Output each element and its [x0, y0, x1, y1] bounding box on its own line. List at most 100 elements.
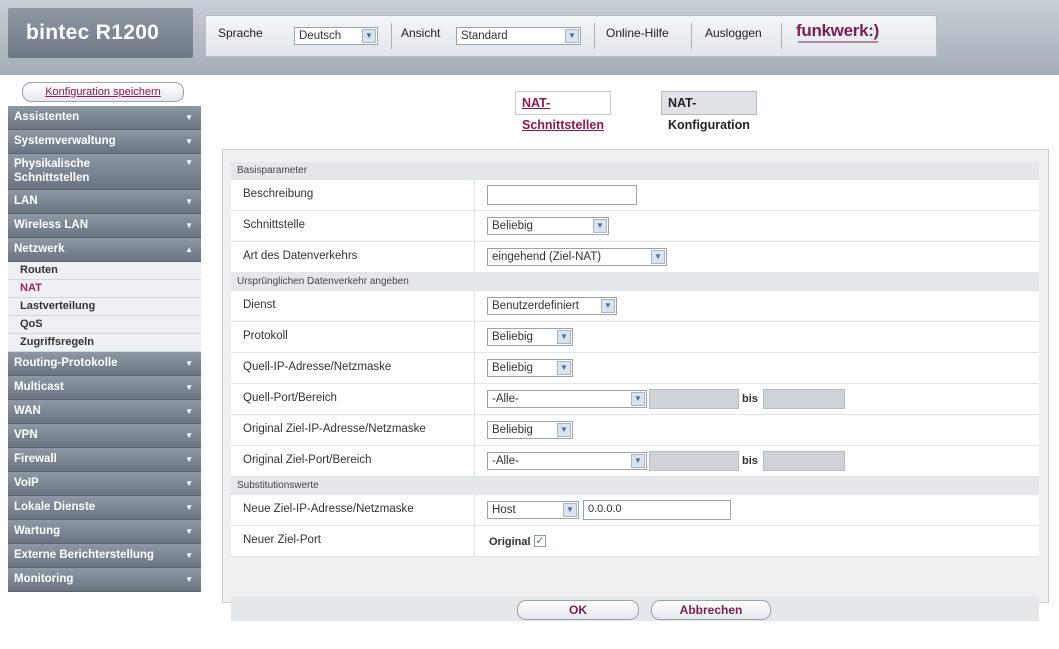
- toolbar-divider: [391, 23, 392, 49]
- sidebar-subitem-lastverteilung[interactable]: Lastverteilung: [8, 298, 201, 316]
- select-value: Beliebig: [492, 331, 533, 343]
- caret-down-icon: ▼: [185, 575, 193, 584]
- chevron-down-icon: ▼: [557, 423, 571, 437]
- schnittstelle-select[interactable]: Beliebig ▼: [487, 217, 609, 235]
- caret-down-icon: ▼: [185, 503, 193, 512]
- sidebar-subitem-nat[interactable]: NAT: [8, 280, 201, 298]
- field-label: Dienst: [243, 299, 276, 311]
- row-orig-ziel-ip: Original Ziel-IP-Adresse/Netzmaske Belie…: [231, 415, 1039, 446]
- field-label: Quell-Port/Bereich: [243, 392, 337, 404]
- sidebar-item-physikalische-schnittstellen[interactable]: Physikalische Schnittstellen ▼: [8, 154, 201, 190]
- caret-down-icon: ▼: [185, 431, 193, 440]
- select-value: Beliebig: [492, 220, 533, 232]
- quell-port-from-input[interactable]: [649, 389, 739, 409]
- cancel-button[interactable]: Abbrechen: [651, 600, 771, 620]
- field-label: Schnittstelle: [243, 219, 306, 231]
- orig-ziel-ip-select[interactable]: Beliebig ▼: [487, 421, 573, 439]
- row-beschreibung: Beschreibung: [231, 180, 1039, 211]
- tab-nat-schnittstellen[interactable]: NAT-Schnittstellen: [515, 91, 611, 132]
- help-link[interactable]: Online-Hilfe: [606, 26, 669, 40]
- sidebar-item-firewall[interactable]: Firewall ▼: [8, 448, 201, 472]
- sidebar-item-wartung[interactable]: Wartung ▼: [8, 520, 201, 544]
- language-select[interactable]: Deutsch ▼: [294, 27, 378, 45]
- caret-down-icon: ▼: [185, 137, 193, 146]
- sidebar-item-label: Physikalische Schnittstellen: [14, 158, 91, 184]
- row-dienst: Dienst Benutzerdefiniert ▼: [231, 291, 1039, 322]
- sidebar-item-lokale-dienste[interactable]: Lokale Dienste ▼: [8, 496, 201, 520]
- sidebar-item-assistenten[interactable]: Assistenten ▼: [8, 106, 201, 130]
- sidebar-item-label: Routing-Protokolle: [14, 357, 118, 369]
- chevron-down-icon: ▼: [631, 392, 645, 406]
- row-divider: [474, 384, 475, 414]
- chevron-down-icon: ▼: [362, 29, 376, 43]
- orig-ziel-port-from-input[interactable]: [649, 451, 739, 471]
- app-header: bintec R1200 Sprache Deutsch ▼ Ansicht S…: [0, 0, 1059, 75]
- bis-label: bis: [742, 455, 758, 467]
- caret-down-icon: ▼: [185, 158, 193, 167]
- sidebar-item-label: Multicast: [14, 381, 64, 393]
- sidebar-item-systemverwaltung[interactable]: Systemverwaltung ▼: [8, 130, 201, 154]
- chevron-down-icon: ▼: [563, 503, 577, 517]
- row-quell-ip: Quell-IP-Adresse/Netzmaske Beliebig ▼: [231, 353, 1039, 384]
- sidebar-item-externe-berichterstellung[interactable]: Externe Berichterstellung ▼: [8, 544, 201, 568]
- button-bar: OK Abbrechen: [231, 597, 1039, 621]
- caret-up-icon: ▲: [185, 245, 193, 254]
- sidebar-subitem-qos[interactable]: QoS: [8, 316, 201, 334]
- neue-ziel-ip-select[interactable]: Host ▼: [487, 501, 579, 519]
- sidebar-item-voip[interactable]: VoIP ▼: [8, 472, 201, 496]
- save-config-button[interactable]: Konfiguration speichern: [22, 82, 184, 102]
- chevron-down-icon: ▼: [601, 299, 615, 313]
- language-value: Deutsch: [299, 30, 342, 42]
- sidebar-item-lan[interactable]: LAN ▼: [8, 190, 201, 214]
- neue-ziel-ip-input[interactable]: 0.0.0.0: [583, 500, 731, 520]
- sidebar-item-multicast[interactable]: Multicast ▼: [8, 376, 201, 400]
- sidebar-item-label: WAN: [14, 405, 41, 417]
- sidebar-subitem-routen[interactable]: Routen: [8, 262, 201, 280]
- beschreibung-input[interactable]: [487, 185, 637, 205]
- logout-link[interactable]: Ausloggen: [705, 26, 762, 40]
- sidebar-subitem-zugriffsregeln[interactable]: Zugriffsregeln: [8, 334, 201, 352]
- orig-ziel-port-select[interactable]: -Alle- ▼: [487, 452, 647, 470]
- row-neue-ziel-ip: Neue Ziel-IP-Adresse/Netzmaske Host ▼ 0.…: [231, 495, 1039, 526]
- select-value: Benutzerdefiniert: [492, 300, 579, 312]
- quell-port-to-input[interactable]: [763, 389, 845, 409]
- brand-block: bintec R1200: [8, 8, 193, 58]
- sidebar-item-wan[interactable]: WAN ▼: [8, 400, 201, 424]
- funkwerk-logo: funkwerk:): [796, 21, 879, 40]
- sidebar-item-netzwerk[interactable]: Netzwerk ▲: [8, 238, 201, 262]
- view-select[interactable]: Standard ▼: [456, 27, 581, 45]
- original-checkbox[interactable]: ✓: [534, 535, 546, 547]
- original-checkbox-label: Original: [489, 536, 531, 548]
- orig-ziel-port-to-input[interactable]: [763, 451, 845, 471]
- row-divider: [474, 242, 475, 272]
- caret-down-icon: ▼: [185, 197, 193, 206]
- field-label: Neuer Ziel-Port: [243, 534, 321, 546]
- chevron-down-icon: ▼: [651, 250, 665, 264]
- select-value: -Alle-: [492, 455, 519, 467]
- sidebar-item-routing-protokolle[interactable]: Routing-Protokolle ▼: [8, 352, 201, 376]
- ok-button[interactable]: OK: [517, 600, 639, 620]
- row-protokoll: Protokoll Beliebig ▼: [231, 322, 1039, 353]
- sidebar-item-label: VoIP: [14, 477, 39, 489]
- tab-nat-konfiguration[interactable]: NAT-Konfiguration: [661, 91, 757, 132]
- nat-config-form: Basisparameter Beschreibung Schnittstell…: [222, 149, 1049, 621]
- bis-label: bis: [742, 393, 758, 405]
- caret-down-icon: ▼: [185, 383, 193, 392]
- quell-port-select[interactable]: -Alle- ▼: [487, 390, 647, 408]
- sidebar-item-label: Monitoring: [14, 573, 74, 585]
- sidebar-item-monitoring[interactable]: Monitoring ▼: [8, 568, 201, 592]
- sidebar-item-label: Externe Berichterstellung: [14, 549, 154, 561]
- quell-ip-select[interactable]: Beliebig ▼: [487, 359, 573, 377]
- sidebar-item-label: Systemverwaltung: [14, 135, 116, 147]
- field-label: Neue Ziel-IP-Adresse/Netzmaske: [243, 503, 414, 515]
- chevron-down-icon: ▼: [565, 29, 579, 43]
- sidebar-item-vpn[interactable]: VPN ▼: [8, 424, 201, 448]
- sidebar-item-wireless-lan[interactable]: Wireless LAN ▼: [8, 214, 201, 238]
- row-divider: [474, 415, 475, 445]
- row-divider: [474, 526, 475, 556]
- sidebar-item-label: Lokale Dienste: [14, 501, 96, 513]
- dienst-select[interactable]: Benutzerdefiniert ▼: [487, 297, 617, 315]
- protokoll-select[interactable]: Beliebig ▼: [487, 328, 573, 346]
- field-label: Protokoll: [243, 330, 288, 342]
- art-datenverkehr-select[interactable]: eingehend (Ziel-NAT) ▼: [487, 248, 667, 266]
